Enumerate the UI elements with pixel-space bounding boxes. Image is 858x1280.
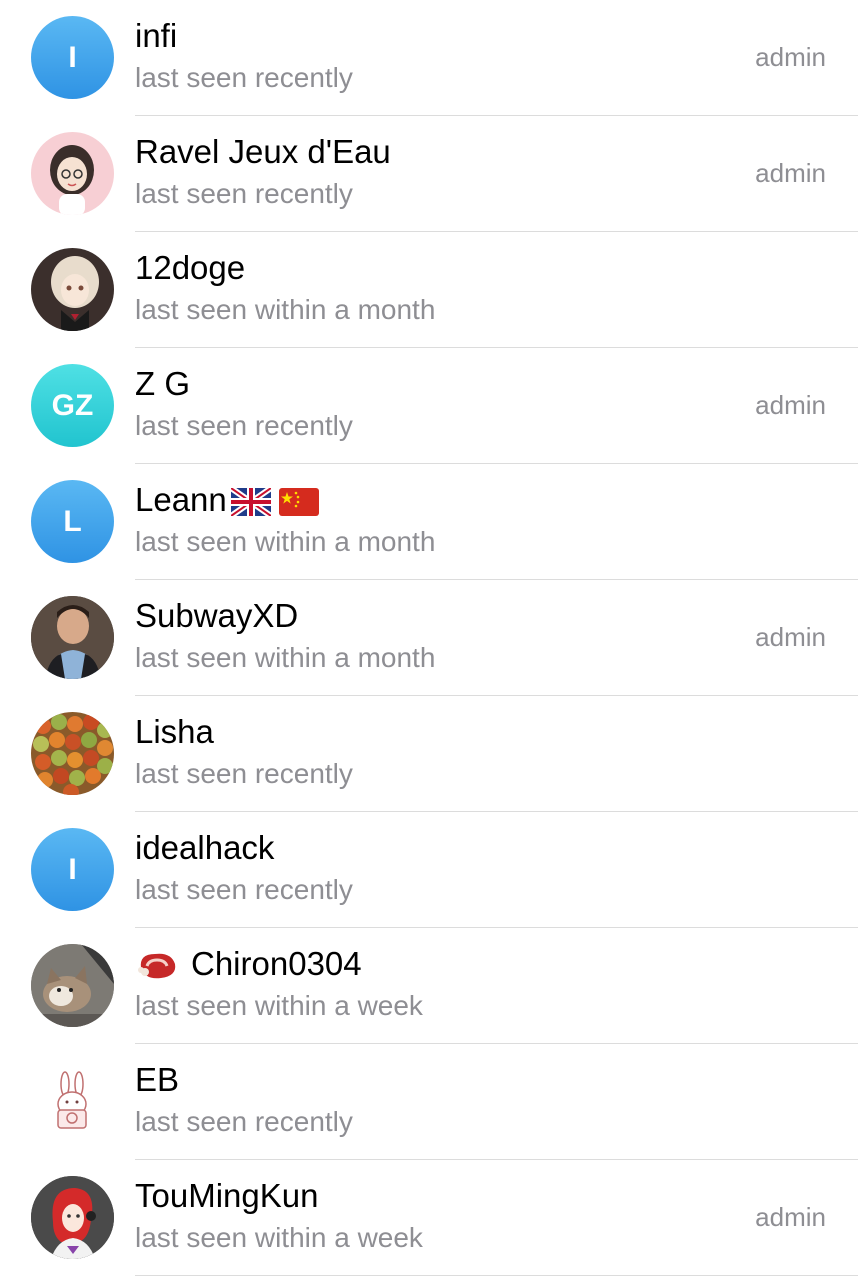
avatar xyxy=(31,1176,114,1259)
list-item[interactable]: TouMingKun last seen within a week admin xyxy=(0,1160,858,1276)
avatar xyxy=(31,712,114,795)
member-name: infi xyxy=(135,17,178,54)
list-item[interactable]: Ravel Jeux d'Eau last seen recently admi… xyxy=(0,116,858,232)
member-name: EB xyxy=(135,1061,180,1098)
list-item[interactable]: Chiron0304 last seen within a week xyxy=(0,928,858,1044)
member-name: Ravel Jeux d'Eau xyxy=(135,133,391,170)
role-badge: admin xyxy=(755,42,826,72)
avatar xyxy=(31,1060,114,1143)
list-item[interactable]: Lisha last seen recently xyxy=(0,696,858,812)
list-item[interactable]: I infi last seen recently admin xyxy=(0,0,858,116)
member-status: last seen within a month xyxy=(135,642,436,673)
china-flag-icon xyxy=(278,488,319,517)
list-item[interactable]: 12doge last seen within a month xyxy=(0,232,858,348)
role-badge: admin xyxy=(755,1202,826,1232)
member-name: TouMingKun xyxy=(135,1177,319,1214)
avatar: I xyxy=(31,16,114,99)
member-status: last seen recently xyxy=(135,758,353,789)
member-name: 12doge xyxy=(135,249,246,286)
bunny-sticker-icon xyxy=(57,1071,87,1129)
avatar-initials: L xyxy=(63,504,82,538)
member-name: Chiron0304 xyxy=(135,944,362,984)
cartoon-girl-icon xyxy=(50,145,94,215)
cat-photo-icon xyxy=(31,944,114,1027)
list-item[interactable]: I idealhack last seen recently xyxy=(0,812,858,928)
member-name: Z G xyxy=(135,365,190,402)
member-name: Lisha xyxy=(135,713,214,750)
avatar: I xyxy=(31,828,114,911)
avatar: L xyxy=(31,480,114,563)
anime-character-icon xyxy=(51,256,99,331)
avatar xyxy=(31,944,114,1027)
red-hair-character-icon xyxy=(31,1176,114,1259)
list-item[interactable]: SubwayXD last seen within a month admin xyxy=(0,580,858,696)
list-item[interactable]: L Leann last seen within a month xyxy=(0,464,858,580)
member-status: last seen recently xyxy=(135,62,353,93)
member-list: I infi last seen recently admin Ravel Je… xyxy=(0,0,858,1280)
avatar: GZ xyxy=(31,364,114,447)
uk-flag-icon xyxy=(230,488,271,517)
member-status: last seen within a week xyxy=(135,1222,423,1253)
member-name-text: Leann xyxy=(135,481,227,518)
divider xyxy=(135,1275,858,1276)
member-name: Leann xyxy=(135,480,319,520)
avatar xyxy=(31,248,114,331)
member-name: SubwayXD xyxy=(135,597,299,634)
avatar-initials: GZ xyxy=(51,388,94,422)
member-status: last seen recently xyxy=(135,874,353,905)
list-item[interactable]: GZ Z G last seen recently admin xyxy=(0,348,858,464)
member-status: last seen recently xyxy=(135,410,353,441)
avatar xyxy=(31,132,114,215)
person-photo-icon xyxy=(31,596,114,679)
member-status: last seen recently xyxy=(135,1106,353,1137)
avatar-initials: I xyxy=(68,40,77,74)
member-status: last seen recently xyxy=(135,178,353,209)
role-badge: admin xyxy=(755,158,826,188)
role-badge: admin xyxy=(755,390,826,420)
member-status: last seen within a month xyxy=(135,526,436,557)
avatar-initials: I xyxy=(68,852,77,886)
member-name-text: Chiron0304 xyxy=(191,945,362,982)
list-item[interactable]: EB last seen recently xyxy=(0,1044,858,1160)
steak-icon xyxy=(138,953,176,979)
member-name: idealhack xyxy=(135,829,275,866)
fruit-photo-icon xyxy=(33,714,113,795)
avatar xyxy=(31,596,114,679)
role-badge: admin xyxy=(755,622,826,652)
member-status: last seen within a week xyxy=(135,990,423,1021)
member-status: last seen within a month xyxy=(135,294,436,325)
